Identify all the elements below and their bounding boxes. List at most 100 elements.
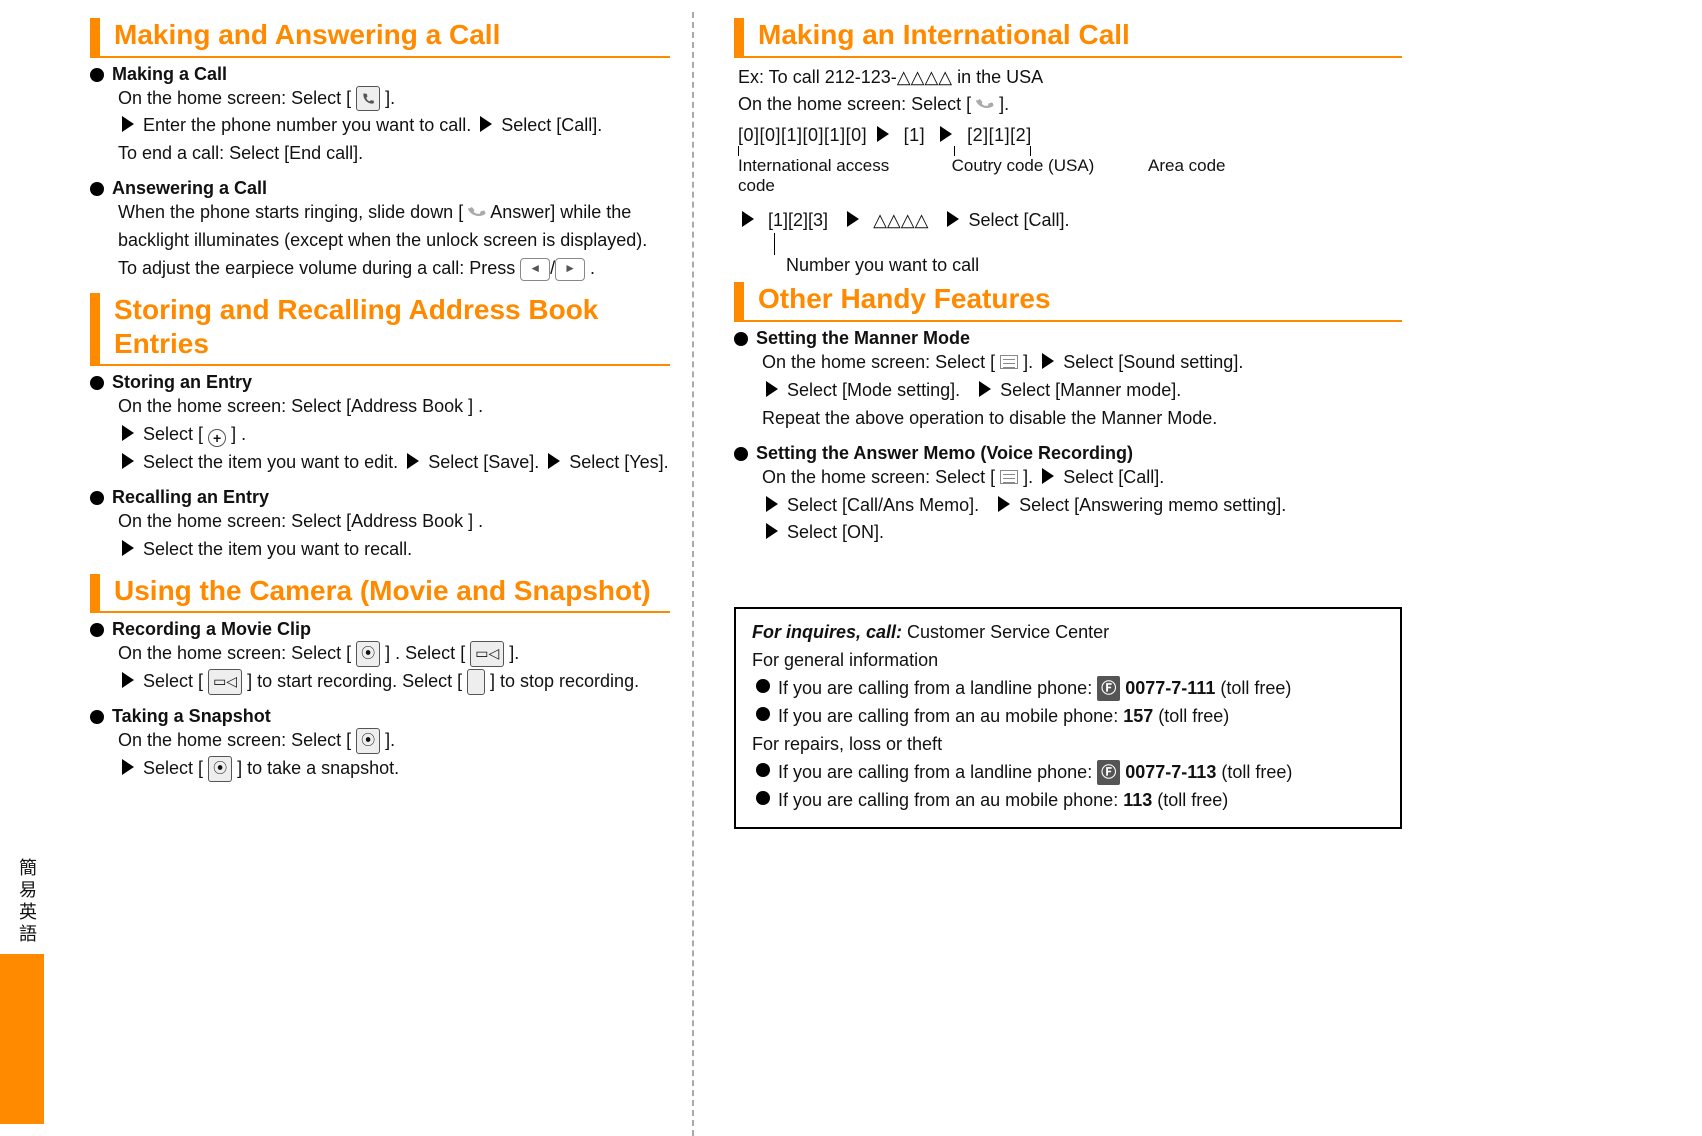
volume-right-button-icon: ► (555, 258, 585, 281)
item-title: Setting the Manner Mode (756, 328, 970, 349)
camera-icon: ⦿ (208, 756, 232, 782)
text: Select [ (143, 671, 203, 691)
text: Select [ (143, 758, 203, 778)
item-answer-memo: Setting the Answer Memo (Voice Recording… (734, 443, 1402, 548)
dial-local-number: [1][2][3] (768, 210, 828, 230)
heading-other-handy: Other Handy Features (734, 282, 1402, 322)
triangle-right-icon (847, 211, 859, 227)
text: When the phone starts ringing, slide dow… (118, 202, 463, 222)
phone-number: 0077-7-111 (1125, 678, 1215, 698)
text: If you are calling from an au mobile pho… (778, 706, 1118, 726)
dial-area-code: [2][1][2] (967, 125, 1032, 145)
heading-storing-recalling: Storing and Recalling Address Book Entri… (90, 293, 670, 366)
text: On the home screen: Select [ (762, 352, 995, 372)
text: Select [Manner mode]. (1000, 380, 1181, 400)
bullet-icon (756, 707, 770, 721)
item-answering-a-call: Ansewering a Call When the phone starts … (90, 178, 670, 283)
text: To adjust the earpiece volume during a c… (118, 258, 515, 278)
triangle-right-icon (998, 496, 1010, 512)
bullet-icon (734, 447, 748, 461)
text: ]. (385, 730, 395, 750)
dial-intl-access: [0][0][1][0][1][0] (738, 125, 867, 145)
item-title: Recalling an Entry (112, 487, 269, 508)
left-column: Making and Answering a Call Making a Cal… (0, 12, 680, 1136)
triangle-right-icon (122, 116, 134, 132)
item-title: Setting the Answer Memo (Voice Recording… (756, 443, 1133, 464)
text: ]. (509, 643, 519, 663)
phone-number: 0077-7-113 (1125, 762, 1216, 782)
text: ] . Select [ (385, 643, 465, 663)
triangle-right-icon (947, 211, 959, 227)
text: Select [ON]. (787, 522, 884, 542)
item-title: Making a Call (112, 64, 227, 85)
item-recording-movie: Recording a Movie Clip On the home scree… (90, 619, 670, 696)
item-taking-snapshot: Taking a Snapshot On the home screen: Se… (90, 706, 670, 783)
triangle-right-icon (548, 453, 560, 469)
camera-icon: ⦿ (356, 728, 380, 754)
heading-international-call: Making an International Call (734, 18, 1402, 58)
text: Select [ (143, 424, 203, 444)
label-intl-access: International access code (738, 156, 898, 196)
bullet-icon (90, 376, 104, 390)
triangle-right-icon (407, 453, 419, 469)
item-title: Recording a Movie Clip (112, 619, 311, 640)
triangle-right-icon (877, 126, 889, 142)
customer-service-box: For inquires, call: Customer Service Cen… (734, 607, 1402, 828)
item-title: Ansewering a Call (112, 178, 267, 199)
text: On the home screen: Select [ (118, 643, 351, 663)
triangle-right-icon (122, 540, 134, 556)
text: ] to stop recording. (490, 671, 639, 691)
item-recalling-entry: Recalling an Entry On the home screen: S… (90, 487, 670, 564)
text: To end a call: Select [End call]. (118, 143, 363, 163)
text: ] to start recording. Select [ (247, 671, 462, 691)
video-icon: ▭◁ (470, 641, 504, 667)
triangle-right-icon (122, 425, 134, 441)
freedial-badge-icon: Ⓕ (1097, 676, 1120, 701)
triangle-right-icon (122, 672, 134, 688)
text: Select [Answering memo setting]. (1019, 495, 1286, 515)
text: (toll free) (1221, 762, 1292, 782)
item-title: Taking a Snapshot (112, 706, 271, 727)
bullet-icon (90, 182, 104, 196)
text: Repeat the above operation to disable th… (762, 408, 1217, 428)
triangle-right-icon (742, 211, 754, 227)
phone-number: 113 (1123, 790, 1152, 810)
bullet-icon (90, 68, 104, 82)
triangle-right-icon (1042, 468, 1054, 484)
text: Select [Sound setting]. (1063, 352, 1243, 372)
text: Select [Call]. (1063, 467, 1164, 487)
item-making-a-call: Making a Call On the home screen: Select… (90, 64, 670, 169)
triangle-right-icon (979, 381, 991, 397)
text: (toll free) (1158, 706, 1229, 726)
text: ] . (231, 424, 246, 444)
text: For general information (752, 647, 1384, 675)
triangle-right-icon (122, 453, 134, 469)
item-manner-mode: Setting the Manner Mode On the home scre… (734, 328, 1402, 433)
freedial-badge-icon: Ⓕ (1097, 760, 1120, 785)
phone-app-icon (356, 86, 380, 112)
dial-triangles: △△△△ (873, 210, 928, 230)
text: Select [Call/Ans Memo]. (787, 495, 979, 515)
bullet-icon (90, 710, 104, 724)
text: On the home screen: Select [Address Book… (118, 511, 483, 531)
text: On the home screen: Select [ (762, 467, 995, 487)
triangle-right-icon (766, 496, 778, 512)
label-area-code: Area code (1148, 156, 1226, 196)
triangle-right-icon (940, 126, 952, 142)
text: ]. (385, 88, 395, 108)
video-icon: ▭◁ (208, 669, 242, 695)
triangle-right-icon (766, 381, 778, 397)
text: Select [Yes]. (569, 452, 668, 472)
text: If you are calling from a landline phone… (778, 678, 1092, 698)
text: Select [Call]. (969, 210, 1070, 230)
bullet-icon (734, 332, 748, 346)
menu-list-icon (1000, 470, 1018, 484)
text: Select [Save]. (428, 452, 539, 472)
text: Select the item you want to recall. (143, 539, 412, 559)
text: (toll free) (1157, 790, 1228, 810)
bullet-icon (90, 491, 104, 505)
text: For inquires, call: (752, 622, 902, 642)
phone-number: 157 (1123, 706, 1153, 726)
bullet-icon (756, 791, 770, 805)
text: . (590, 258, 595, 278)
